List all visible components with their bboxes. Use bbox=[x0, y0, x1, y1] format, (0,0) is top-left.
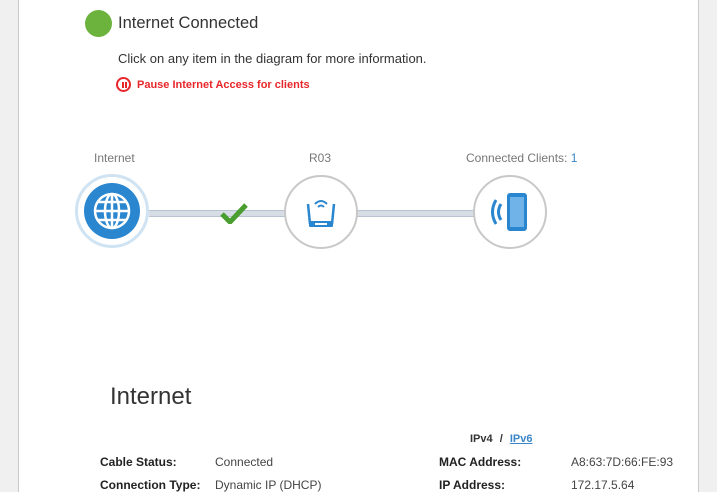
clients-node[interactable] bbox=[473, 175, 547, 249]
internet-node-label: Internet bbox=[94, 151, 135, 165]
status-title: Internet Connected bbox=[118, 14, 259, 32]
cable-status-value: Connected bbox=[215, 455, 274, 469]
router-icon bbox=[306, 200, 336, 227]
clients-node-label: Connected Clients: 1 bbox=[466, 151, 577, 165]
connection-type-value: Dynamic IP (DHCP) bbox=[215, 478, 322, 492]
ip-address-value: 172.17.5.64 bbox=[571, 478, 635, 492]
clients-count[interactable]: 1 bbox=[571, 151, 578, 165]
phone-icon bbox=[491, 193, 527, 231]
ip-toggle-separator: / bbox=[499, 433, 503, 445]
cable-status-label: Cable Status: bbox=[100, 455, 177, 469]
diagram-hint: Click on any item in the diagram for mor… bbox=[118, 51, 427, 66]
pause-icon bbox=[116, 77, 131, 92]
connected-check-icon bbox=[220, 203, 248, 224]
main-panel: Internet Connected Click on any item in … bbox=[18, 0, 699, 492]
status-indicator-icon bbox=[85, 10, 112, 37]
ipv4-tab[interactable]: IPv4 bbox=[470, 433, 493, 445]
internet-node[interactable] bbox=[75, 174, 149, 248]
pause-internet-label: Pause Internet Access for clients bbox=[137, 78, 310, 91]
globe-icon bbox=[84, 183, 140, 239]
router-node-label: R03 bbox=[309, 151, 332, 165]
ip-address-label: IP Address: bbox=[439, 478, 506, 492]
ip-version-toggle: IPv4 / IPv6 bbox=[470, 433, 532, 445]
mac-address-value: A8:63:7D:66:FE:93 bbox=[571, 455, 674, 469]
internet-section-title: Internet bbox=[110, 383, 192, 410]
pause-internet-button[interactable]: Pause Internet Access for clients bbox=[116, 77, 310, 92]
router-node[interactable] bbox=[284, 175, 358, 249]
clients-label-text: Connected Clients: bbox=[466, 151, 571, 165]
mac-address-label: MAC Address: bbox=[439, 455, 522, 469]
connection-type-label: Connection Type: bbox=[100, 478, 201, 492]
ipv6-link[interactable]: IPv6 bbox=[510, 433, 533, 445]
